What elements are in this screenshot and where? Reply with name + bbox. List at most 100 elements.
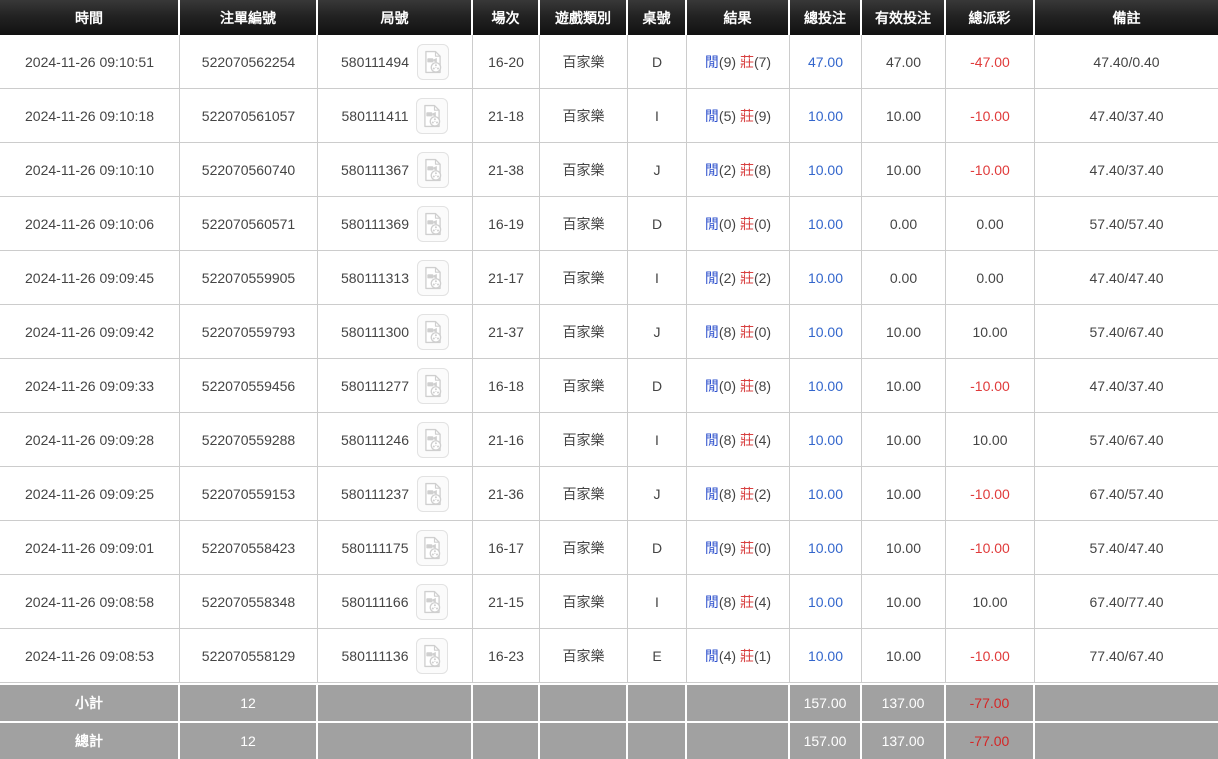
- banker-result-value: (7): [754, 54, 771, 70]
- video-replay-button[interactable]: [416, 98, 448, 134]
- cell-time: 2024-11-26 09:08:58: [0, 575, 180, 629]
- video-replay-button[interactable]: [416, 530, 448, 566]
- cell-table-no: D: [628, 521, 687, 575]
- cell-remark: 67.40/57.40: [1035, 467, 1218, 521]
- cell-table-no: I: [628, 251, 687, 305]
- cell-game-type: 百家樂: [540, 35, 628, 89]
- cell-total-bet: 10.00: [790, 629, 862, 683]
- video-replay-button[interactable]: [417, 44, 449, 80]
- cell-table-no: I: [628, 575, 687, 629]
- round-id-text: 580111494: [341, 54, 409, 70]
- player-result-label: 閒: [705, 108, 719, 124]
- table-row: 2024-11-26 09:08:53 522070558129 5801111…: [0, 629, 1218, 683]
- cell-total-bet: 47.00: [790, 35, 862, 89]
- video-replay-button[interactable]: [417, 314, 449, 350]
- cell-total-bet: 10.00: [790, 413, 862, 467]
- cell-valid-bet: 0.00: [862, 251, 946, 305]
- cell-game-type: 百家樂: [540, 89, 628, 143]
- cell-session: 16-20: [473, 35, 540, 89]
- cell-bet-id: 522070561057: [180, 89, 318, 143]
- cell-game-type: 百家樂: [540, 629, 628, 683]
- table-row: 2024-11-26 09:10:18 522070561057 5801114…: [0, 89, 1218, 143]
- cell-round-id: 580111175: [318, 521, 473, 575]
- cell-bet-id: 522070559793: [180, 305, 318, 359]
- cell-total-bet: 10.00: [790, 251, 862, 305]
- cell-table-no: D: [628, 35, 687, 89]
- table-row: 2024-11-26 09:10:51 522070562254 5801114…: [0, 35, 1218, 89]
- table-row: 2024-11-26 09:10:10 522070560740 5801113…: [0, 143, 1218, 197]
- cell-result: 閒(8) 莊(2): [687, 467, 790, 521]
- banker-result-value: (4): [754, 432, 771, 448]
- column-header-total-bet: 總投注: [790, 0, 862, 35]
- video-file-icon: [423, 428, 443, 452]
- video-file-icon: [423, 266, 443, 290]
- round-id-text: 580111175: [342, 540, 409, 556]
- grand-total-count: 12: [180, 721, 318, 759]
- round-id-text: 580111237: [341, 486, 409, 502]
- video-file-icon: [423, 212, 443, 236]
- banker-result-label: 莊: [740, 648, 754, 664]
- banker-result-value: (2): [754, 270, 771, 286]
- video-replay-button[interactable]: [417, 206, 449, 242]
- column-header-valid-bet: 有效投注: [862, 0, 946, 35]
- round-id-text: 580111313: [341, 270, 409, 286]
- video-replay-button[interactable]: [417, 368, 449, 404]
- cell-remark: 47.40/37.40: [1035, 143, 1218, 197]
- video-file-icon: [423, 482, 443, 506]
- subtotal-label: 小計: [0, 683, 180, 721]
- video-replay-button[interactable]: [416, 638, 448, 674]
- video-replay-button[interactable]: [417, 476, 449, 512]
- cell-result: 閒(9) 莊(7): [687, 35, 790, 89]
- cell-total-payout: 10.00: [946, 575, 1035, 629]
- cell-valid-bet: 10.00: [862, 305, 946, 359]
- column-header-remark: 備註: [1035, 0, 1218, 35]
- table-header: 時間 注單編號 局號 場次 遊戲類別 桌號 結果 總投注 有效投注 總派彩 備註: [0, 0, 1218, 35]
- cell-remark: 57.40/67.40: [1035, 305, 1218, 359]
- subtotal-total-payout: -77.00: [946, 683, 1035, 721]
- column-header-total-payout: 總派彩: [946, 0, 1035, 35]
- cell-time: 2024-11-26 09:10:06: [0, 197, 180, 251]
- cell-bet-id: 522070558423: [180, 521, 318, 575]
- cell-table-no: J: [628, 467, 687, 521]
- video-replay-button[interactable]: [417, 422, 449, 458]
- cell-bet-id: 522070562254: [180, 35, 318, 89]
- cell-remark: 57.40/47.40: [1035, 521, 1218, 575]
- video-replay-button[interactable]: [417, 260, 449, 296]
- player-result-value: (5): [719, 108, 736, 124]
- cell-total-payout: 10.00: [946, 413, 1035, 467]
- cell-session: 21-17: [473, 251, 540, 305]
- cell-result: 閒(4) 莊(1): [687, 629, 790, 683]
- cell-round-id: 580111367: [318, 143, 473, 197]
- banker-result-value: (4): [754, 594, 771, 610]
- video-file-icon: [423, 158, 443, 182]
- player-result-label: 閒: [705, 648, 719, 664]
- banker-result-value: (0): [754, 324, 771, 340]
- round-id-text: 580111166: [342, 594, 409, 610]
- player-result-label: 閒: [705, 594, 719, 610]
- cell-total-payout: 0.00: [946, 251, 1035, 305]
- cell-game-type: 百家樂: [540, 521, 628, 575]
- cell-table-no: E: [628, 629, 687, 683]
- cell-session: 21-36: [473, 467, 540, 521]
- cell-game-type: 百家樂: [540, 197, 628, 251]
- column-header-bet-id: 注單編號: [180, 0, 318, 35]
- player-result-label: 閒: [705, 324, 719, 340]
- video-replay-button[interactable]: [416, 584, 448, 620]
- cell-table-no: J: [628, 305, 687, 359]
- cell-total-bet: 10.00: [790, 197, 862, 251]
- player-result-label: 閒: [705, 162, 719, 178]
- cell-total-payout: -10.00: [946, 521, 1035, 575]
- player-result-value: (2): [719, 162, 736, 178]
- cell-valid-bet: 10.00: [862, 467, 946, 521]
- column-header-round-id: 局號: [318, 0, 473, 35]
- cell-valid-bet: 10.00: [862, 575, 946, 629]
- cell-total-bet: 10.00: [790, 89, 862, 143]
- cell-bet-id: 522070560740: [180, 143, 318, 197]
- cell-result: 閒(5) 莊(9): [687, 89, 790, 143]
- cell-total-payout: -10.00: [946, 467, 1035, 521]
- bet-records-table: 時間 注單編號 局號 場次 遊戲類別 桌號 結果 總投注 有效投注 總派彩 備註…: [0, 0, 1218, 759]
- player-result-value: (8): [719, 432, 736, 448]
- cell-remark: 77.40/67.40: [1035, 629, 1218, 683]
- cell-round-id: 580111277: [318, 359, 473, 413]
- video-replay-button[interactable]: [417, 152, 449, 188]
